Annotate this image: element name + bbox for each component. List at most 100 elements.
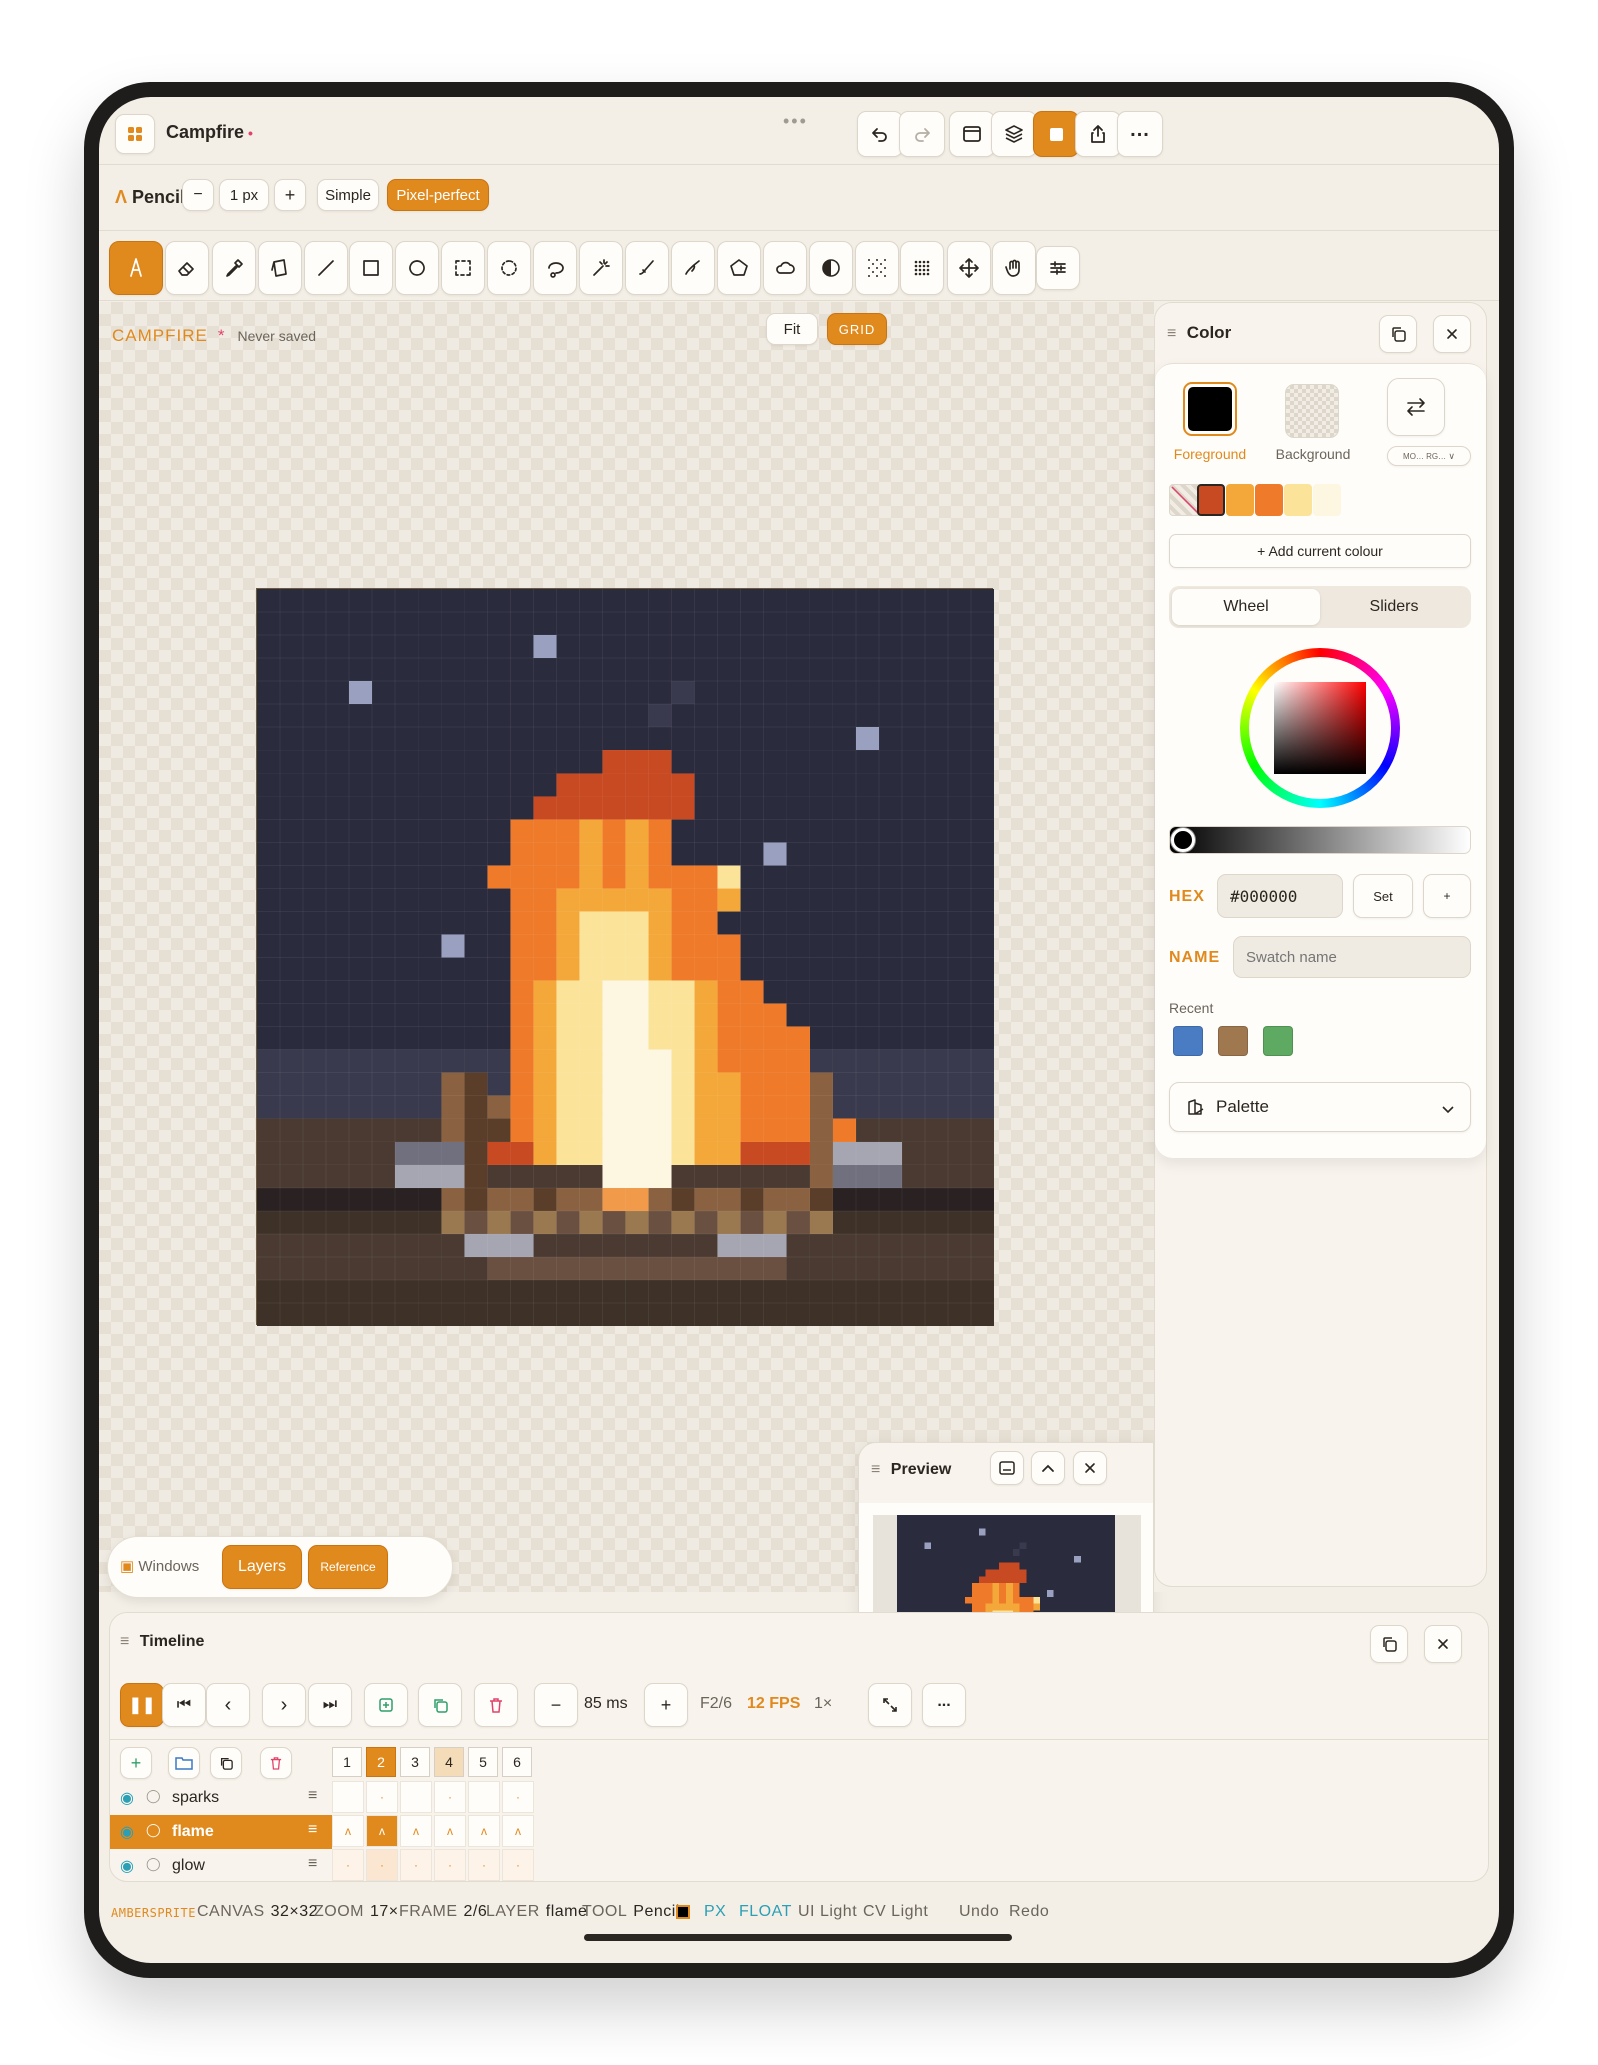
tool-pencil[interactable] bbox=[109, 241, 163, 295]
tool-bucket[interactable] bbox=[258, 241, 302, 295]
unlock-icon[interactable]: ◯ bbox=[146, 1856, 161, 1872]
duplicate-layer-button[interactable] bbox=[210, 1747, 242, 1779]
value-slider[interactable] bbox=[1169, 826, 1471, 854]
recent-color-swatch[interactable] bbox=[1218, 1026, 1248, 1056]
delete-frame-button[interactable] bbox=[474, 1683, 518, 1727]
layer-settings-icon[interactable]: ≡ bbox=[308, 1855, 317, 1873]
swap-colors-button[interactable] bbox=[1387, 378, 1445, 436]
undo-button[interactable] bbox=[857, 111, 903, 157]
frame-cell[interactable]: · bbox=[332, 1849, 364, 1881]
brush-size-field[interactable]: 1 px bbox=[219, 179, 269, 211]
timeline-detach-button[interactable] bbox=[1370, 1625, 1408, 1663]
palette-swatch[interactable] bbox=[1313, 484, 1341, 516]
palette-swatch[interactable] bbox=[1197, 484, 1225, 516]
more-menu-button[interactable]: ... bbox=[1117, 111, 1163, 157]
size-increase-button[interactable]: + bbox=[274, 179, 306, 211]
frame-cell[interactable]: · bbox=[400, 1849, 432, 1881]
frame-number-6[interactable]: 6 bbox=[502, 1747, 532, 1777]
frame-cell[interactable]: ʌ bbox=[468, 1815, 500, 1847]
mode-simple-button[interactable]: Simple bbox=[317, 179, 379, 211]
fit-button[interactable]: Fit bbox=[766, 313, 818, 345]
frame-number-3[interactable]: 3 bbox=[400, 1747, 430, 1777]
hex-input[interactable]: #000000 bbox=[1217, 874, 1343, 918]
tool-cloud[interactable] bbox=[763, 241, 807, 295]
timeline-expand-button[interactable] bbox=[868, 1683, 912, 1727]
unlock-icon[interactable]: ◯ bbox=[146, 1788, 161, 1804]
frame-number-5[interactable]: 5 bbox=[468, 1747, 498, 1777]
palette-dropdown[interactable]: Palette bbox=[1169, 1082, 1471, 1132]
next-frame-button[interactable]: › bbox=[262, 1683, 306, 1727]
add-frame-button[interactable] bbox=[364, 1683, 408, 1727]
px-toggle[interactable]: PX bbox=[704, 1903, 726, 1921]
add-group-button[interactable] bbox=[168, 1747, 200, 1779]
layer-row-sparks[interactable]: ◉ ◯ sparks ≡ bbox=[110, 1781, 332, 1815]
pixel-canvas[interactable] bbox=[256, 588, 994, 1326]
tool-rect-select[interactable] bbox=[441, 241, 485, 295]
redo-button[interactable] bbox=[899, 111, 945, 157]
interval-increase-button[interactable]: + bbox=[644, 1683, 688, 1727]
frame-cell[interactable]: ʌ bbox=[332, 1815, 364, 1847]
frame-cell[interactable]: ʌ bbox=[502, 1815, 534, 1847]
playback-speed[interactable]: 1× bbox=[814, 1695, 832, 1713]
hex-add-button[interactable]: + bbox=[1423, 874, 1471, 918]
fps-readout[interactable]: 12 FPS bbox=[747, 1695, 800, 1713]
color-panel-close-button[interactable] bbox=[1433, 315, 1471, 353]
preview-dock-button[interactable] bbox=[990, 1451, 1024, 1485]
timeline-close-button[interactable] bbox=[1424, 1625, 1462, 1663]
palette-swatch[interactable] bbox=[1284, 484, 1312, 516]
frame-cell[interactable]: · bbox=[366, 1849, 398, 1881]
eye-icon[interactable]: ◉ bbox=[120, 1788, 134, 1808]
window-mode-button[interactable] bbox=[949, 111, 995, 157]
delete-layer-button[interactable] bbox=[260, 1747, 292, 1779]
frame-cell[interactable] bbox=[332, 1781, 364, 1813]
canvas-area[interactable]: CAMPFIRE * Never saved Fit GRID ▣ Windows … bbox=[99, 302, 1154, 1660]
prev-frame-button[interactable]: ‹ bbox=[206, 1683, 250, 1727]
frame-number-1[interactable]: 1 bbox=[332, 1747, 362, 1777]
layer-settings-icon[interactable]: ≡ bbox=[308, 1787, 317, 1805]
layer-row-glow[interactable]: ◉ ◯ glow ≡ bbox=[110, 1849, 332, 1881]
ui-theme-toggle[interactable]: UI Light bbox=[798, 1903, 857, 1921]
saturation-value-square[interactable] bbox=[1274, 682, 1366, 774]
status-undo[interactable]: Undo bbox=[959, 1903, 999, 1921]
layers-window-button[interactable]: Layers bbox=[222, 1545, 302, 1589]
app-menu-button[interactable] bbox=[115, 114, 155, 154]
tool-settings[interactable] bbox=[1036, 246, 1080, 290]
duplicate-frame-button[interactable] bbox=[418, 1683, 462, 1727]
preview-collapse-button[interactable] bbox=[1031, 1451, 1065, 1485]
mode-pixel-perfect-button[interactable]: Pixel-perfect bbox=[387, 179, 489, 211]
frame-cell[interactable]: · bbox=[502, 1849, 534, 1881]
tool-eyedropper[interactable] bbox=[212, 241, 256, 295]
background-swatch[interactable] bbox=[1285, 384, 1339, 438]
frame-cell[interactable]: ʌ bbox=[434, 1815, 466, 1847]
frame-number-2[interactable]: 2 bbox=[366, 1747, 396, 1777]
frame-cell[interactable]: ʌ bbox=[366, 1815, 398, 1847]
tool-hand[interactable] bbox=[992, 241, 1036, 295]
foreground-swatch[interactable] bbox=[1183, 382, 1237, 436]
pause-button[interactable]: ❚❚ bbox=[120, 1683, 164, 1727]
tool-contrast[interactable] bbox=[809, 241, 853, 295]
tool-ellipse-select[interactable] bbox=[487, 241, 531, 295]
tab-wheel[interactable]: Wheel bbox=[1172, 589, 1320, 625]
hex-set-button[interactable]: Set bbox=[1353, 874, 1413, 918]
interval-decrease-button[interactable]: − bbox=[534, 1683, 578, 1727]
tool-dither[interactable] bbox=[855, 241, 899, 295]
swatch-name-input[interactable] bbox=[1233, 936, 1471, 978]
tab-sliders[interactable]: Sliders bbox=[1320, 589, 1468, 625]
frame-cell[interactable]: · bbox=[468, 1849, 500, 1881]
timeline-more-button[interactable]: ... bbox=[922, 1683, 966, 1727]
frame-cell[interactable]: · bbox=[366, 1781, 398, 1813]
frame-cell[interactable]: · bbox=[502, 1781, 534, 1813]
tool-line[interactable] bbox=[304, 241, 348, 295]
status-redo[interactable]: Redo bbox=[1009, 1903, 1049, 1921]
preview-close-button[interactable] bbox=[1073, 1451, 1107, 1485]
tool-move[interactable] bbox=[947, 241, 991, 295]
layer-settings-icon[interactable]: ≡ bbox=[308, 1821, 317, 1839]
palette-swatch[interactable] bbox=[1255, 484, 1283, 516]
tool-polygon[interactable] bbox=[717, 241, 761, 295]
color-panel-toggle-button[interactable] bbox=[1033, 111, 1079, 157]
add-current-colour-button[interactable]: + Add current colour bbox=[1169, 534, 1471, 568]
tool-ellipse[interactable] bbox=[395, 241, 439, 295]
recent-color-swatch[interactable] bbox=[1173, 1026, 1203, 1056]
palette-swatch[interactable] bbox=[1226, 484, 1254, 516]
unlock-icon[interactable]: ◯ bbox=[146, 1822, 161, 1838]
